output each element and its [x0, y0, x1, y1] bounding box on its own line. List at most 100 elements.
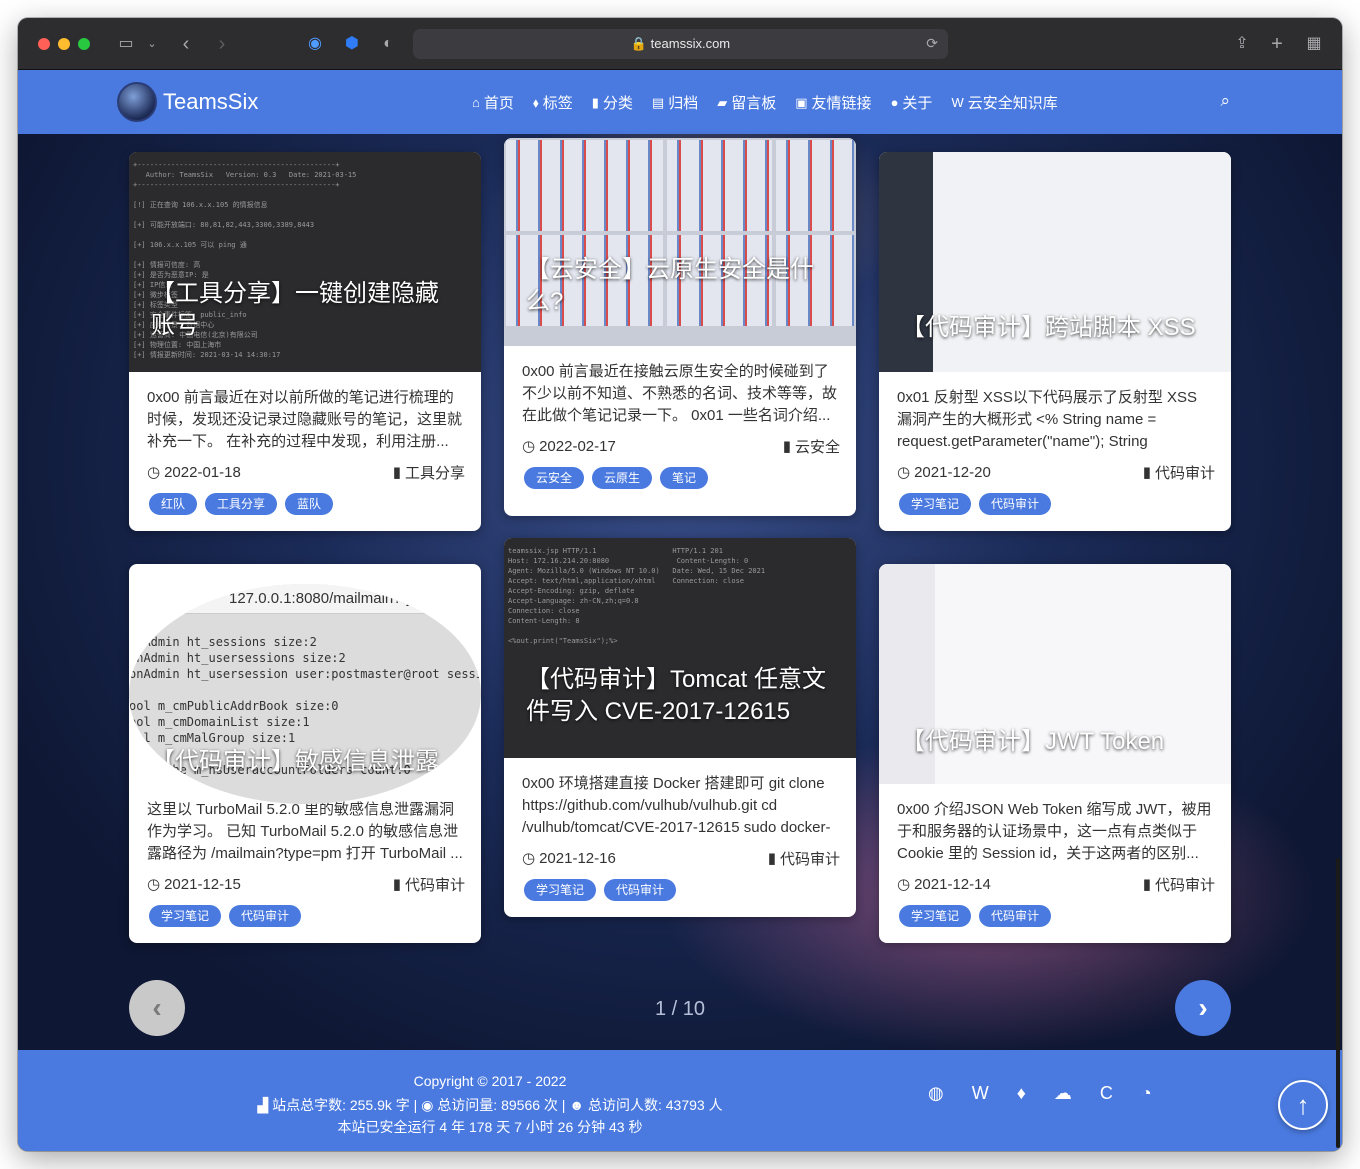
- clock-icon: ◷: [522, 850, 536, 867]
- nav-item-label: 首页: [483, 95, 514, 112]
- post-title[interactable]: 【代码审计】Tomcat 任意文件写入 CVE-2017-12615: [526, 664, 836, 728]
- chevron-left-icon: ‹: [152, 992, 162, 1023]
- forward-icon[interactable]: ›: [210, 32, 234, 56]
- nav-menu: ⌂ 首页 ⬧ 标签 ▮ 分类 ▤ 归档 ▰ 留言板 ▣ 友情链接 ● 关于 W 云安全知识库: [472, 92, 1058, 113]
- minimize-window-button[interactable]: [58, 38, 70, 50]
- post-title[interactable]: 【工具分享】一键创建隐藏账号: [151, 278, 461, 342]
- zoom-window-button[interactable]: [78, 38, 90, 50]
- tag-badge[interactable]: 红队: [149, 493, 198, 515]
- post-cover[interactable]: 127.0.0.1:8080/mailmain?type=pm onAdmin …: [129, 584, 481, 804]
- bookmark-icon: ▮: [1142, 876, 1151, 893]
- post-card[interactable]: teamssix.jsp HTTP/1.1 HTTP/1.1 201 Host:…: [504, 538, 856, 917]
- back-icon[interactable]: ‹: [174, 32, 198, 56]
- tab-overview-icon[interactable]: ▦: [1302, 32, 1326, 56]
- post-card[interactable]: 【代码审计】JWT Token 0x00 介绍JSON Web Token 缩写…: [879, 564, 1231, 943]
- tag-badge[interactable]: 代码审计: [979, 905, 1052, 927]
- twitter-icon[interactable]: ♦: [1017, 1083, 1026, 1104]
- tag-badge[interactable]: 云原生: [592, 467, 653, 489]
- prev-page-button[interactable]: ‹: [129, 980, 185, 1036]
- site-navbar: TeamsSix ⌂ 首页 ⬧ 标签 ▮ 分类 ▤ 归档 ▰ 留言板 ▣ 友情链接 ● 关于 W 云安全知识库…: [18, 70, 1342, 134]
- post-card[interactable]: +---------------------------------------…: [129, 152, 481, 531]
- back-to-top-button[interactable]: ↑: [1278, 1080, 1328, 1130]
- post-excerpt: 0x00 介绍JSON Web Token 缩写成 JWT，被用于和服务器的认证…: [897, 801, 1212, 862]
- post-category[interactable]: 云安全: [795, 436, 840, 457]
- tag-badge[interactable]: 学习笔记: [899, 493, 972, 515]
- post-title[interactable]: 【云安全】云原生安全是什么?: [526, 254, 836, 318]
- post-card[interactable]: 127.0.0.1:8080/mailmain?type=pm onAdmin …: [129, 564, 481, 943]
- tag-badge[interactable]: 代码审计: [604, 879, 677, 901]
- tag-badge[interactable]: 学习笔记: [524, 879, 597, 901]
- post-title[interactable]: 【代码审计】跨站脚本 XSS: [901, 312, 1211, 344]
- post-category[interactable]: 代码审计: [780, 848, 840, 869]
- bookmark-icon: ▮: [392, 876, 401, 893]
- post-meta: ◷ 2021-12-15 ▮ 代码审计: [129, 865, 481, 895]
- browser-toolbar: ▭ ⌄ ‹ › ◉ ⬢ ◐ 🔒 teamssix.com ⟳ ⇪ + ▦: [18, 18, 1342, 70]
- bookmark-icon: ▮: [392, 464, 401, 481]
- sidebar-icon[interactable]: ▭: [114, 32, 138, 56]
- post-category[interactable]: 工具分享: [405, 462, 465, 483]
- post-title[interactable]: 【代码审计】JWT Token: [901, 726, 1211, 758]
- post-cover[interactable]: teamssix.jsp HTTP/1.1 HTTP/1.1 201 Host:…: [504, 538, 856, 758]
- post-meta: ◷ 2021-12-14 ▮ 代码审计: [879, 865, 1231, 895]
- nav-item-label: 关于: [902, 95, 933, 112]
- post-card[interactable]: 【云安全】云原生安全是什么? 0x00 前言最近在接触云原生安全的时候碰到了不少…: [504, 138, 856, 516]
- nav-item[interactable]: ⬧ 标签: [533, 92, 573, 113]
- tag-badge[interactable]: 代码审计: [979, 493, 1052, 515]
- share-icon[interactable]: ⇪: [1230, 32, 1254, 56]
- bookmark-icon: ▮: [591, 94, 599, 110]
- post-tags: 学习笔记 代码审计: [504, 869, 856, 917]
- post-cover[interactable]: 【代码审计】跨站脚本 XSS: [879, 152, 1231, 372]
- github-icon[interactable]: ◍: [928, 1083, 944, 1104]
- new-tab-icon[interactable]: +: [1265, 32, 1289, 56]
- cnblogs-icon[interactable]: C: [1100, 1083, 1113, 1104]
- post-title[interactable]: 【代码审计】敏感信息泄露: [151, 746, 461, 778]
- post-card[interactable]: 【代码审计】跨站脚本 XSS 0x01 反射型 XSS以下代码展示了反射型 XS…: [879, 152, 1231, 531]
- post-cover[interactable]: 【代码审计】JWT Token: [879, 564, 1231, 784]
- wikipedia-icon[interactable]: W: [972, 1083, 989, 1104]
- nav-item[interactable]: ⌂ 首页: [472, 92, 514, 113]
- search-icon[interactable]: ⌕: [1220, 91, 1230, 111]
- tag-badge[interactable]: 蓝队: [285, 493, 334, 515]
- post-cover[interactable]: 【云安全】云原生安全是什么?: [504, 138, 856, 346]
- arrow-up-icon: ↑: [1296, 1090, 1310, 1120]
- translate-reload-icon[interactable]: ⟳: [926, 35, 938, 52]
- page-counter: 1 / 10: [654, 998, 706, 1020]
- nav-item[interactable]: ▰ 留言板: [717, 92, 776, 113]
- nav-item[interactable]: ● 关于: [891, 92, 933, 113]
- social-links: ◍ W ♦ ☁ C ◔: [928, 1083, 1152, 1104]
- bookmark-icon: ▮: [767, 850, 776, 867]
- nav-item[interactable]: ▮ 分类: [592, 92, 633, 113]
- tag-badge[interactable]: 学习笔记: [149, 905, 222, 927]
- nav-item-label: 归档: [668, 95, 699, 112]
- post-category[interactable]: 代码审计: [405, 874, 465, 895]
- password-manager-icon[interactable]: ◉: [303, 32, 327, 56]
- tag-badge[interactable]: 学习笔记: [899, 905, 972, 927]
- tag-badge[interactable]: 代码审计: [229, 905, 302, 927]
- site-logo[interactable]: [117, 82, 157, 122]
- rss-icon[interactable]: ◔: [1141, 1083, 1152, 1104]
- nav-item[interactable]: W 云安全知识库: [951, 92, 1057, 113]
- post-category[interactable]: 代码审计: [1155, 874, 1215, 895]
- scrollbar[interactable]: [1336, 858, 1340, 1148]
- wechat-icon[interactable]: ☁: [1054, 1083, 1072, 1104]
- post-category[interactable]: 代码审计: [1155, 462, 1215, 483]
- post-tags: 学习笔记 代码审计: [129, 895, 481, 943]
- post-meta: ◷ 2022-02-17 ▮ 云安全: [504, 427, 856, 457]
- clock-icon: ◷: [522, 438, 536, 455]
- tag-badge[interactable]: 工具分享: [205, 493, 278, 515]
- extension-icon[interactable]: ⬢: [340, 32, 364, 56]
- nav-item[interactable]: ▣ 友情链接: [795, 92, 871, 113]
- footer-stats: ▟ 站点总字数: 255.9k 字 | ◉ 总访问量: 89566 次 | ☻ …: [257, 1097, 723, 1113]
- shield-icon[interactable]: ◐: [376, 32, 400, 56]
- tag-badge[interactable]: 笔记: [660, 467, 709, 489]
- nav-item[interactable]: ▤ 归档: [652, 92, 698, 113]
- tag-badge[interactable]: 云安全: [524, 467, 585, 489]
- site-brand[interactable]: TeamsSix: [163, 89, 258, 115]
- post-meta: ◷ 2021-12-16 ▮ 代码审计: [504, 839, 856, 869]
- close-window-button[interactable]: [38, 38, 50, 50]
- address-bar[interactable]: 🔒 teamssix.com ⟳: [413, 29, 948, 59]
- post-cover[interactable]: +---------------------------------------…: [129, 152, 481, 372]
- chevron-down-icon[interactable]: ⌄: [140, 32, 164, 56]
- next-page-button[interactable]: ›: [1175, 980, 1231, 1036]
- footer-views: 总访问量: 89566 次: [437, 1097, 558, 1113]
